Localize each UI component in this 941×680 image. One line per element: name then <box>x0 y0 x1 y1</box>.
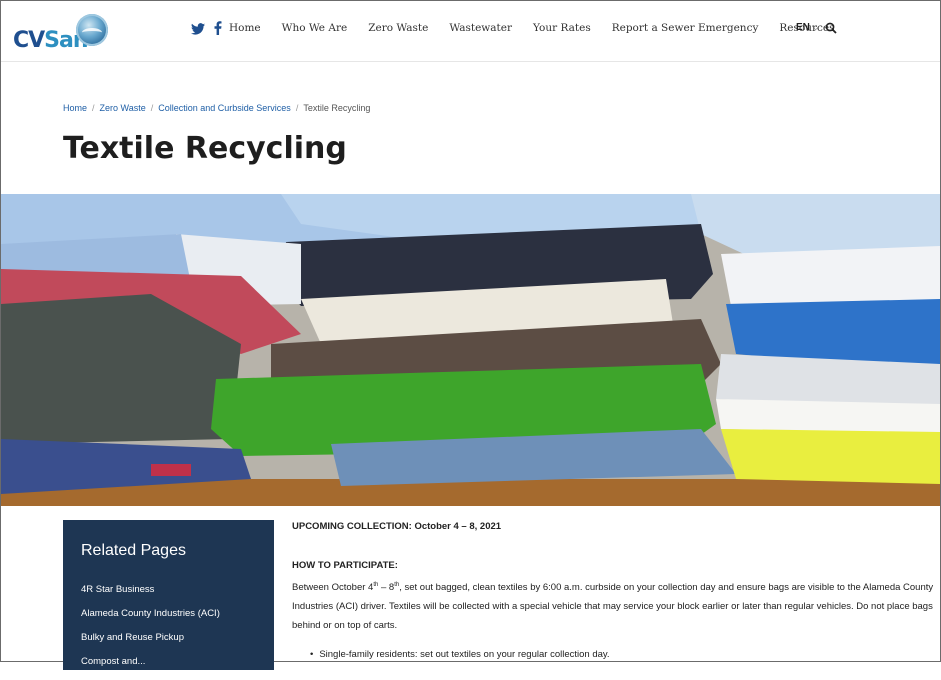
site-header: CVSan Home Who We Are Zero Waste Wastewa… <box>1 1 940 62</box>
nav-wastewater[interactable]: Wastewater <box>449 22 512 34</box>
chevron-down-icon: ⌵ <box>811 22 820 33</box>
sidebar-item-aci[interactable]: Alameda County Industries (ACI) <box>81 608 220 632</box>
hero-image-folded-clothes <box>1 194 940 506</box>
nav-report-sewer-emergency[interactable]: Report a Sewer Emergency <box>612 22 759 34</box>
sidebar-item-4r-star-business[interactable]: 4R Star Business <box>81 584 220 608</box>
sidebar-item-bulky-reuse-pickup[interactable]: Bulky and Reuse Pickup <box>81 632 220 656</box>
related-pages-sidebar: Related Pages 4R Star Business Alameda C… <box>63 520 274 670</box>
sidebar-item-compost[interactable]: Compost and... <box>81 656 220 680</box>
instructions-paragraph: Between October 4th – 8th, set out bagge… <box>292 582 934 632</box>
upcoming-collection: UPCOMING COLLECTION: October 4 – 8, 2021 <box>292 521 502 532</box>
twitter-icon[interactable] <box>191 22 209 39</box>
language-selector[interactable]: EN ⌵ <box>796 22 820 33</box>
how-to-participate-heading: HOW TO PARTICIPATE: <box>292 560 398 571</box>
nav-who-we-are[interactable]: Who We Are <box>282 22 348 34</box>
breadcrumb-home[interactable]: Home <box>63 103 87 113</box>
search-icon[interactable] <box>825 22 837 34</box>
list-item: Single-family residents: set out textile… <box>310 649 609 660</box>
breadcrumb-zero-waste[interactable]: Zero Waste <box>100 103 146 113</box>
main-nav: Home Who We Are Zero Waste Wastewater Yo… <box>229 22 856 34</box>
breadcrumb: Home / Zero Waste / Collection and Curbside … <box>63 103 371 113</box>
sidebar-title: Related Pages <box>81 542 186 559</box>
breadcrumb-collection[interactable]: Collection and Curbside Services <box>158 103 291 113</box>
language-label: EN <box>796 22 810 33</box>
breadcrumb-current: Textile Recycling <box>303 103 371 113</box>
logo-globe-icon <box>76 14 108 46</box>
cvsan-logo[interactable]: CVSan <box>11 10 111 53</box>
nav-your-rates[interactable]: Your Rates <box>533 22 591 34</box>
nav-zero-waste[interactable]: Zero Waste <box>368 22 428 34</box>
nav-home[interactable]: Home <box>229 22 261 34</box>
related-pages-list: 4R Star Business Alameda County Industri… <box>81 584 220 680</box>
social-links <box>191 21 227 39</box>
page-title: Textile Recycling <box>63 131 347 166</box>
facebook-icon[interactable] <box>214 21 222 39</box>
